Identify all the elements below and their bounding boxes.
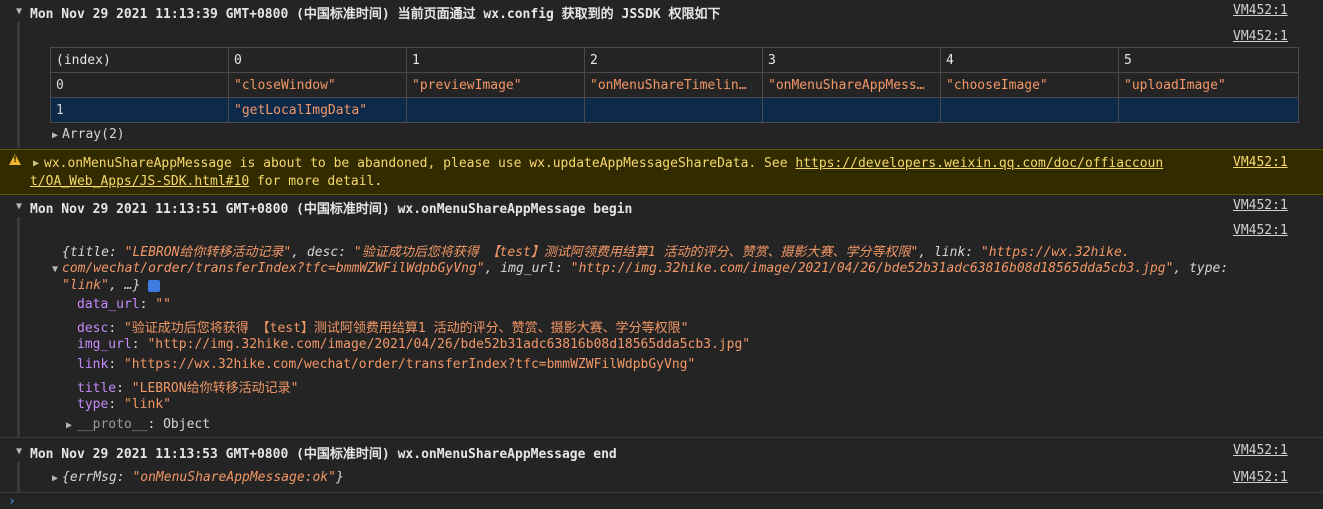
console-table: (index) 0 1 2 3 4 5 0 "closeWindow" "pre… <box>50 47 1299 123</box>
property-key: __proto__ <box>77 417 148 432</box>
table-header-cell[interactable]: (index) <box>50 47 229 73</box>
preview-ellipsis: , …} <box>108 278 141 293</box>
property-value: Object <box>163 417 211 432</box>
expand-right-icon[interactable]: ▶ <box>52 130 58 141</box>
expand-down-icon[interactable]: ▼ <box>16 446 22 457</box>
expand-right-icon[interactable]: ▶ <box>66 420 72 431</box>
table-header-cell[interactable]: 5 <box>1118 47 1299 73</box>
property-value: "link" <box>123 397 171 412</box>
table-cell <box>940 97 1119 123</box>
prompt-icon[interactable]: › <box>8 494 16 509</box>
preview-key: type <box>1189 261 1221 276</box>
property-key: type <box>77 397 109 412</box>
preview-key: errMsg <box>69 470 117 485</box>
array-label[interactable]: Array(2) <box>62 127 125 142</box>
property-key: img_url <box>77 337 132 352</box>
source-link[interactable]: VM452:1 <box>1233 198 1288 213</box>
expand-down-icon[interactable]: ▼ <box>16 201 22 212</box>
object-property[interactable]: data_url: "" <box>77 297 171 312</box>
object-property[interactable]: desc: "验证成功后您将获得 【test】测试阿领费用结算1 活动的评分、赞… <box>77 317 688 336</box>
table-header-cell[interactable]: 2 <box>584 47 763 73</box>
table-row[interactable]: 1 "getLocalImgData" <box>50 97 1299 123</box>
table-cell: 0 <box>50 72 229 98</box>
table-cell: "onMenuShareTimelin… <box>584 72 763 98</box>
group-gutter <box>17 217 20 437</box>
preview-key: link <box>933 245 966 260</box>
group-header[interactable]: Mon Nov 29 2021 11:13:53 GMT+0800 (中国标准时… <box>30 443 617 462</box>
preview-value: com/wechat/order/transferIndex?tfc=bmmWZ… <box>62 261 485 276</box>
info-badge-icon[interactable] <box>148 279 161 292</box>
object-property[interactable]: img_url: "http://img.32hike.com/image/20… <box>77 337 750 352</box>
divider <box>0 492 1323 493</box>
object-preview-line-3: "link", …} <box>62 278 161 293</box>
property-value: "" <box>155 297 171 312</box>
table-cell: "getLocalImgData" <box>228 97 407 123</box>
object-preview-line-2: com/wechat/order/transferIndex?tfc=bmmWZ… <box>62 261 1229 276</box>
preview-value: "LEBRON给你转移活动记录" <box>124 245 292 260</box>
object-property[interactable]: type: "link" <box>77 397 171 412</box>
table-cell: "onMenuShareAppMess… <box>762 72 941 98</box>
warning-text-block-2: t/OA_Web_Apps/JS-SDK.html#10 for more de… <box>30 173 382 191</box>
property-key: desc <box>77 321 109 336</box>
table-header-cell[interactable]: 3 <box>762 47 941 73</box>
property-key: data_url <box>77 297 140 312</box>
preview-value: "http://img.32hike.com/image/2021/04/26/… <box>570 261 1174 276</box>
group-gutter <box>17 22 20 148</box>
table-row[interactable]: 0 "closeWindow" "previewImage" "onMenuSh… <box>50 72 1299 98</box>
source-link[interactable]: VM452:1 <box>1233 223 1288 238</box>
expand-down-icon[interactable]: ▼ <box>52 264 58 275</box>
property-value: "http://img.32hike.com/image/2021/04/26/… <box>147 337 751 352</box>
group-header[interactable]: Mon Nov 29 2021 11:13:51 GMT+0800 (中国标准时… <box>30 198 632 217</box>
preview-key: title <box>69 245 109 260</box>
expand-right-icon[interactable]: ▶ <box>33 158 39 169</box>
object-property[interactable]: link: "https://wx.32hike.com/wechat/orde… <box>77 357 695 372</box>
expand-down-icon[interactable]: ▼ <box>16 6 22 17</box>
table-cell: "chooseImage" <box>940 72 1119 98</box>
object-preview-line-1[interactable]: {title: "LEBRON给你转移活动记录", desc: "验证成功后您将… <box>62 241 1130 260</box>
proto-property[interactable]: __proto__: Object <box>77 417 210 432</box>
table-cell: "uploadImage" <box>1118 72 1299 98</box>
source-link[interactable]: VM452:1 <box>1233 470 1288 485</box>
warning-text: wx.onMenuShareAppMessage is about to be … <box>44 156 796 171</box>
table-cell <box>406 97 585 123</box>
doc-link-continued[interactable]: t/OA_Web_Apps/JS-SDK.html#10 <box>30 174 249 189</box>
property-key: link <box>77 357 109 372</box>
preview-key: img_url <box>500 261 556 276</box>
preview-value: "验证成功后您将获得 【test】测试阿领费用结算1 活动的评分、赞赏、摄影大赛… <box>353 245 919 260</box>
source-link[interactable]: VM452:1 <box>1233 155 1288 170</box>
warning-icon: ! <box>9 154 21 165</box>
property-value: "验证成功后您将获得 【test】测试阿领费用结算1 活动的评分、赞赏、摄影大赛… <box>123 321 689 336</box>
preview-value: "link" <box>62 278 109 293</box>
table-cell: 1 <box>50 97 229 123</box>
group-header[interactable]: Mon Nov 29 2021 11:13:39 GMT+0800 (中国标准时… <box>30 3 720 22</box>
table-header-cell[interactable]: 4 <box>940 47 1119 73</box>
property-value: "https://wx.32hike.com/wechat/order/tran… <box>123 357 696 372</box>
preview-value: "onMenuShareAppMessage:ok" <box>132 470 336 485</box>
doc-link[interactable]: https://developers.weixin.qq.com/doc/off… <box>795 156 1163 171</box>
preview-value: "https://wx.32hike. <box>980 245 1130 260</box>
table-cell: "closeWindow" <box>228 72 407 98</box>
source-link[interactable]: VM452:1 <box>1233 443 1288 458</box>
object-property[interactable]: title: "LEBRON给你转移活动记录" <box>77 377 298 396</box>
source-link[interactable]: VM452:1 <box>1233 3 1288 18</box>
group-gutter <box>17 462 20 492</box>
property-key: title <box>77 381 117 396</box>
property-value: "LEBRON给你转移活动记录" <box>131 381 299 396</box>
table-header-cell[interactable]: 0 <box>228 47 407 73</box>
table-cell: "previewImage" <box>406 72 585 98</box>
table-cell <box>584 97 763 123</box>
table-header-cell[interactable]: 1 <box>406 47 585 73</box>
table-cell <box>1118 97 1299 123</box>
warning-suffix: for more detail. <box>249 174 383 189</box>
preview-key: desc <box>306 245 339 260</box>
object-preview[interactable]: {errMsg: "onMenuShareAppMessage:ok"} <box>62 470 344 485</box>
source-link[interactable]: VM452:1 <box>1233 29 1288 44</box>
expand-right-icon[interactable]: ▶ <box>52 473 58 484</box>
table-cell <box>762 97 941 123</box>
divider <box>0 437 1323 438</box>
warning-text-block: wx.onMenuShareAppMessage is about to be … <box>44 155 1224 173</box>
